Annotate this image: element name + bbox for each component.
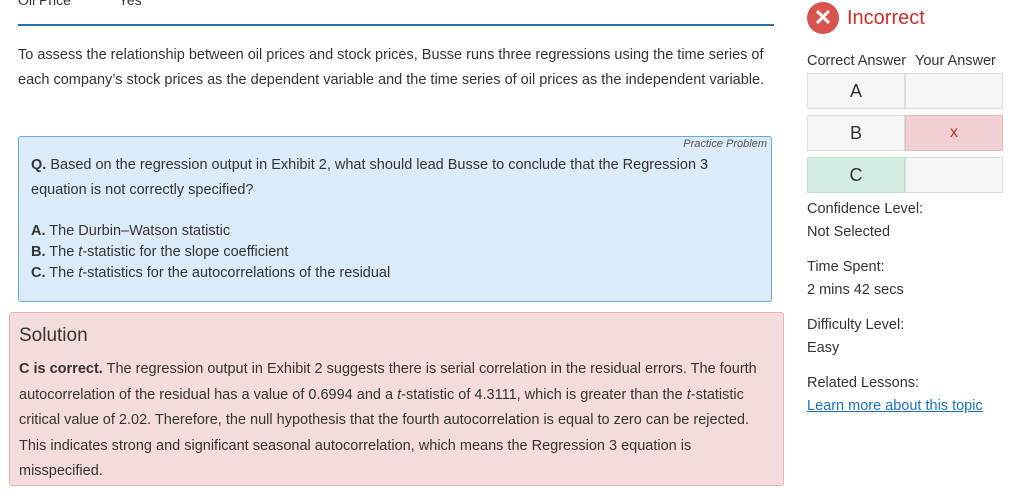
your-answer-cell-b: x [905,115,1003,151]
your-answer-cell-c [905,157,1003,193]
question-text: Q. Based on the regression output in Exh… [31,153,759,203]
option-letter: C. [31,265,46,281]
result-status: ✕ Incorrect [807,2,925,34]
result-label: Incorrect [847,6,925,29]
option-b: B. The t-statistic for the slope coeffic… [31,242,390,263]
option-letter: B. [31,244,46,260]
correct-answer-header: Correct Answer [807,53,907,69]
related-lessons-label: Related Lessons: [807,375,920,391]
option-a: A. The Durbin–Watson statistic [31,221,390,242]
time-spent-value: 2 mins 42 secs [807,282,904,298]
question-body: Based on the regression output in Exhibi… [31,157,709,198]
solution-lead: C is correct. [19,361,103,377]
intro-paragraph: To assess the relationship between oil p… [18,47,765,88]
confidence-value: Not Selected [807,224,891,240]
related-lessons-link[interactable]: Learn more about this topic [807,398,983,414]
option-c: C. The t-statistics for the autocorrelat… [31,263,390,284]
difficulty-label: Difficulty Level: [807,317,905,333]
close-circle-icon: ✕ [807,2,839,34]
option-text: The [49,265,79,281]
table-bottom-rule [18,24,774,26]
question-prefix: Q. [31,157,47,173]
table-cell: Oil Price [18,0,71,8]
practice-problem-tag: Practice Problem [683,138,767,150]
solution-title: Solution [19,325,88,346]
correct-answer-cell-c: C [807,157,905,193]
answer-options: A. The Durbin–Watson statistic B. The t-… [31,221,390,284]
your-answer-cell-a [905,73,1003,109]
difficulty-value: Easy [807,340,840,356]
solution-box: Solution C is correct. The regression ou… [9,312,784,486]
option-text: -statistic for the slope coefficient [82,244,289,260]
time-spent-label: Time Spent: [807,259,885,275]
table-cell: Yes [118,0,142,8]
correct-answer-cell-b: B [807,115,905,151]
option-letter: A. [31,223,46,239]
solution-text: C is correct. The regression output in E… [19,357,775,485]
option-text: The Durbin–Watson statistic [49,223,231,239]
exhibit-table-row: Oil Price Yes [18,0,142,8]
confidence-label: Confidence Level: [807,201,924,217]
option-text: The [49,244,79,260]
correct-answer-cell-a: A [807,73,905,109]
question-box: Practice Problem Q. Based on the regress… [18,136,772,302]
solution-sentence: -statistic of 4.3111, which is greater t… [401,386,687,403]
your-answer-header: Your Answer [915,53,996,69]
option-text: -statistics for the autocorrelations of … [82,265,391,281]
